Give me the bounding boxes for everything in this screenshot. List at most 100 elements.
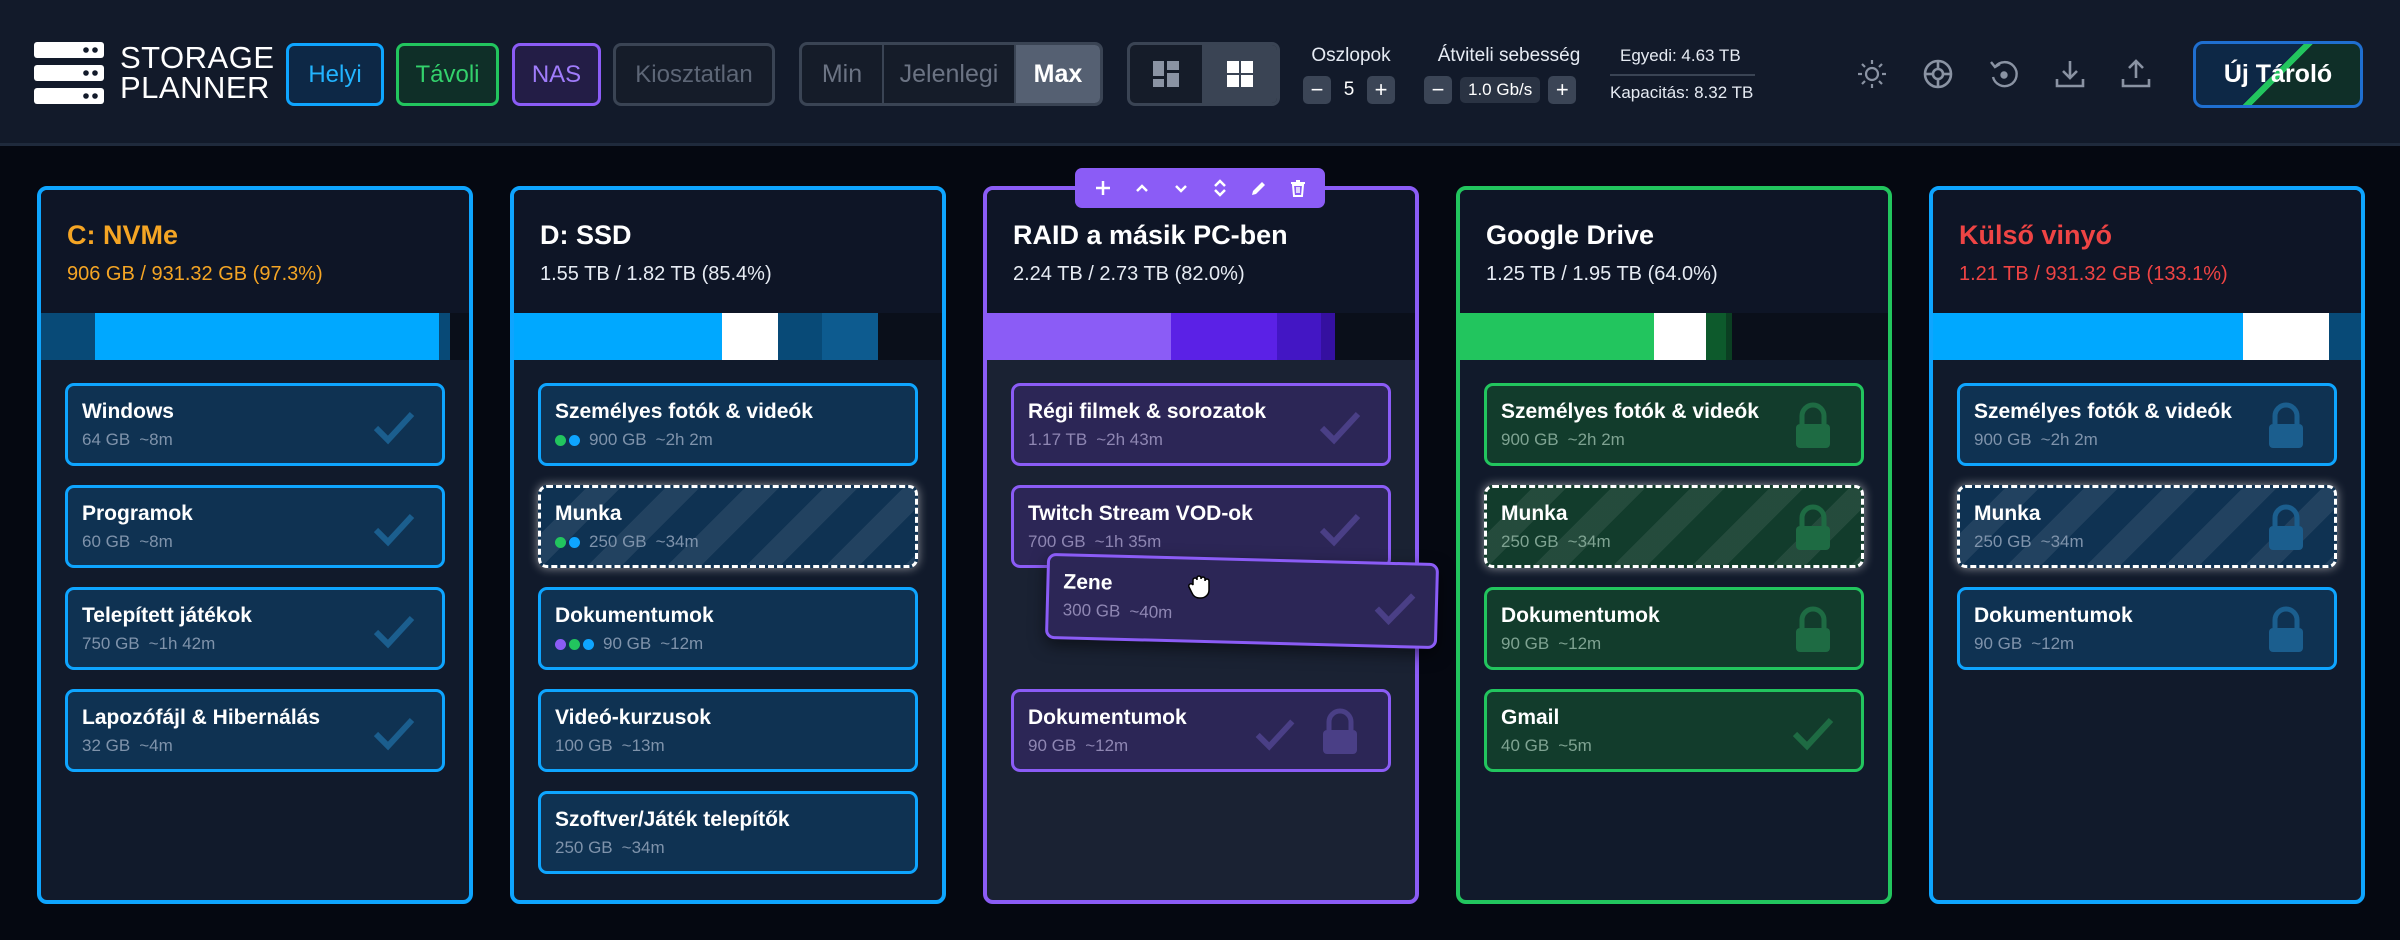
app-name-line2: PLANNER: [120, 70, 270, 105]
item-size: 700 GB: [1028, 532, 1086, 551]
item-name: Dokumentumok: [555, 604, 714, 627]
storage-item-dokumentumok[interactable]: Dokumentumok 90 GB ~12m: [1011, 689, 1391, 772]
view-dashboard-button[interactable]: [1130, 45, 1204, 103]
storage-item-szemelyes-fotok[interactable]: Személyes fotók & videók 900 GB ~2h 2m: [538, 383, 918, 466]
size-min-button[interactable]: Min: [802, 45, 884, 103]
storage-item-munka[interactable]: Munka 250 GB ~34m: [538, 485, 918, 568]
item-size: 90 GB: [1501, 634, 1550, 653]
item-time: ~2h 2m: [655, 430, 713, 449]
move-down-button[interactable]: [1168, 175, 1194, 201]
add-item-button[interactable]: [1090, 175, 1116, 201]
storage-item-szoftver-telepitok[interactable]: Szoftver/Játék telepítők 250 GB ~34m: [538, 791, 918, 874]
item-size: 900 GB: [589, 430, 647, 449]
drive-header: RAID a másik PC-ben 2.24 TB / 2.73 TB (8…: [987, 190, 1415, 313]
drive-usage: 1.21 TB / 931.32 GB (133.1%): [1959, 263, 2228, 285]
item-time: ~12m: [660, 634, 704, 653]
chevron-down-icon: [1174, 185, 1187, 193]
usage-segment: [822, 313, 878, 360]
storage-item-dokumentumok[interactable]: Dokumentumok 90 GB ~12m: [1957, 587, 2337, 670]
columns-increase-button[interactable]: +: [1367, 76, 1395, 104]
storage-item-szemelyes-fotok[interactable]: Személyes fotók & videók 900 GB ~2h 2m: [1957, 383, 2337, 466]
drive-header: C: NVMe 906 GB / 931.32 GB (97.3%): [41, 190, 469, 313]
steering-wheel-icon: [1923, 59, 1953, 89]
theme-toggle-button[interactable]: [1853, 55, 1891, 93]
sun-icon: [1858, 60, 1886, 88]
drive-usage: 2.24 TB / 2.73 TB (82.0%): [1013, 263, 1245, 285]
item-size: 900 GB: [1501, 430, 1559, 449]
help-button[interactable]: [1919, 55, 1957, 93]
new-storage-button[interactable]: Új Tároló: [2193, 41, 2363, 108]
filter-kiosztatlan-button[interactable]: Kiosztatlan: [613, 43, 775, 106]
item-size: 250 GB: [1501, 532, 1559, 551]
expand-button[interactable]: [1207, 175, 1233, 201]
top-bar: STORAGE PLANNER Helyi Távoli NAS Kioszta…: [0, 0, 2400, 146]
storage-item-dokumentumok[interactable]: Dokumentumok 90 GB ~12m: [538, 587, 918, 670]
upload-button[interactable]: [2117, 55, 2155, 93]
storage-item-szemelyes-fotok[interactable]: Személyes fotók & videók 900 GB ~2h 2m: [1484, 383, 1864, 466]
usage-segment: [1706, 313, 1726, 360]
filter-helyi-button[interactable]: Helyi: [286, 43, 384, 106]
storage-item-windows[interactable]: Windows 64 GB ~8m: [65, 383, 445, 466]
storage-item-telepitett-jatekok[interactable]: Telepített játékok 750 GB ~1h 42m: [65, 587, 445, 670]
storage-item-munka[interactable]: Munka 250 GB ~34m: [1957, 485, 2337, 568]
storage-item-lapozofajl[interactable]: Lapozófájl & Hibernálás 32 GB ~4m: [65, 689, 445, 772]
capacity-stat: Kapacitás: 8.32 TB: [1610, 83, 1754, 102]
usage-free: [1732, 313, 1888, 360]
download-button[interactable]: [2051, 55, 2089, 93]
storage-item-gmail[interactable]: Gmail 40 GB ~5m: [1484, 689, 1864, 772]
copy-dots: [555, 638, 594, 650]
size-current-button[interactable]: Jelenlegi: [884, 45, 1016, 103]
size-max-button[interactable]: Max: [1016, 45, 1100, 103]
item-name: Videó-kurzusok: [555, 706, 711, 729]
columns-stepper: − 5 +: [1303, 76, 1395, 104]
app-name-line1: STORAGE: [120, 40, 275, 75]
unique-total-stat: Egyedi: 4.63 TB: [1620, 46, 1741, 65]
item-time: ~1h 42m: [148, 634, 216, 653]
usage-segment: [41, 313, 95, 360]
delete-button[interactable]: [1285, 175, 1311, 201]
storage-item-video-kurzusok[interactable]: Videó-kurzusok 100 GB ~13m: [538, 689, 918, 772]
item-name: Munka: [555, 502, 622, 525]
storage-item-programok[interactable]: Programok 60 GB ~8m: [65, 485, 445, 568]
usage-segment: [1460, 313, 1654, 360]
item-time: ~12m: [1085, 736, 1129, 755]
item-name: Munka: [1501, 502, 1568, 525]
columns-decrease-button[interactable]: −: [1303, 76, 1331, 104]
drive-title: D: SSD: [540, 220, 632, 250]
drive-title: C: NVMe: [67, 220, 179, 250]
usage-segment: [2243, 313, 2329, 360]
item-name: Dokumentumok: [1974, 604, 2133, 627]
usage-bar: [1460, 313, 1888, 360]
item-time: ~12m: [2031, 634, 2075, 653]
item-size: 90 GB: [603, 634, 652, 653]
storage-item-regi-filmek[interactable]: Régi filmek & sorozatok 1.17 TB ~2h 43m: [1011, 383, 1391, 466]
filter-nas-button[interactable]: NAS: [512, 43, 601, 106]
item-time: ~34m: [1567, 532, 1611, 551]
item-time: ~8m: [139, 532, 173, 551]
usage-segment: [778, 313, 822, 360]
reset-button[interactable]: [1985, 55, 2023, 93]
download-icon: [2055, 61, 2085, 88]
filter-tavoli-button[interactable]: Távoli: [396, 43, 499, 106]
chevron-up-down-icon: [1213, 179, 1226, 197]
item-size: 32 GB: [82, 736, 131, 755]
item-size: 300 GB: [1062, 600, 1121, 621]
edit-button[interactable]: [1246, 175, 1272, 201]
item-size: 90 GB: [1974, 634, 2023, 653]
usage-free: [450, 313, 469, 360]
item-size: 250 GB: [1974, 532, 2032, 551]
speed-increase-button[interactable]: +: [1548, 76, 1577, 104]
move-up-button[interactable]: [1129, 175, 1155, 201]
usage-free: [878, 313, 942, 360]
item-name: Személyes fotók & videók: [555, 400, 813, 423]
item-time: ~34m: [2040, 532, 2084, 551]
storage-item-dokumentumok[interactable]: Dokumentumok 90 GB ~12m: [1484, 587, 1864, 670]
dragging-item-zene[interactable]: Zene 300 GB ~40m: [1044, 552, 1440, 650]
storage-item-munka[interactable]: Munka 250 GB ~34m: [1484, 485, 1864, 568]
usage-segment: [439, 313, 450, 360]
item-time: ~4m: [139, 736, 173, 755]
speed-decrease-button[interactable]: −: [1424, 76, 1452, 104]
grab-cursor-icon: [1188, 575, 1210, 599]
view-grid-button[interactable]: [1203, 45, 1277, 103]
item-size: 90 GB: [1028, 736, 1077, 755]
